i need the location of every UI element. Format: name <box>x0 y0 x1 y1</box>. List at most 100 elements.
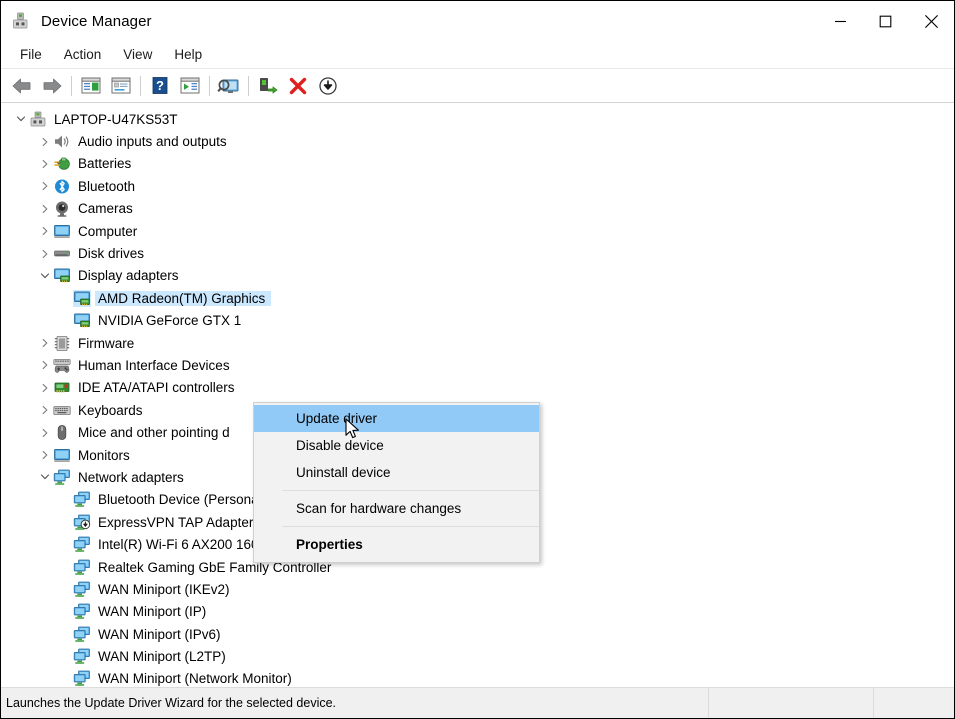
tree-row-human-interface-devices[interactable]: Human Interface Devices <box>1 354 954 376</box>
chevron-right-icon[interactable] <box>37 335 53 351</box>
toolbar-separator <box>248 75 249 96</box>
ide-controller-icon <box>53 379 71 396</box>
status-message: Launches the Update Driver Wizard for th… <box>1 688 709 718</box>
network-adapter-icon <box>73 648 91 665</box>
update-driver-green-icon[interactable] <box>253 72 283 100</box>
tree-row-disk-drives[interactable]: Disk drives <box>1 242 954 264</box>
menu-action[interactable]: Action <box>53 44 113 65</box>
toolbar-separator <box>209 75 210 96</box>
tree-label: Cameras <box>78 201 133 217</box>
console-tree-icon[interactable] <box>76 72 106 100</box>
tree-row-root[interactable]: LAPTOP-U47KS53T <box>1 108 954 130</box>
tree-row-ide-controllers[interactable]: IDE ATA/ATAPI controllers <box>1 377 954 399</box>
hid-gamepad-icon <box>53 357 71 374</box>
disk-drive-icon <box>53 245 71 262</box>
tree-label: Display adapters <box>78 268 179 284</box>
tree-label: Network adapters <box>78 469 184 485</box>
tree-label: LAPTOP-U47KS53T <box>54 111 178 127</box>
back-arrow-icon[interactable] <box>7 72 37 100</box>
bluetooth-icon <box>53 178 71 195</box>
tree-label: Monitors <box>78 447 130 463</box>
ctx-properties[interactable]: Properties <box>254 531 539 558</box>
title-bar: Device Manager <box>1 1 954 41</box>
status-panel-3 <box>874 688 954 718</box>
tree-row-amd-radeon-graphics[interactable]: AMD Radeon(TM) Graphics <box>1 287 954 309</box>
tree-label: Keyboards <box>78 402 143 418</box>
tree-label: WAN Miniport (Network Monitor) <box>98 671 292 687</box>
tree-row-wan-miniport-ip[interactable]: WAN Miniport (IP) <box>1 601 954 623</box>
network-adapter-icon <box>73 603 91 620</box>
ctx-uninstall-device[interactable]: Uninstall device <box>254 459 539 486</box>
ctx-disable-device[interactable]: Disable device <box>254 432 539 459</box>
network-adapter-icon <box>73 536 91 553</box>
menu-file[interactable]: File <box>9 44 53 65</box>
tree-row-cameras[interactable]: Cameras <box>1 198 954 220</box>
tree-label: IDE ATA/ATAPI controllers <box>78 380 235 396</box>
tree-row-computer[interactable]: Computer <box>1 220 954 242</box>
minimize-button[interactable] <box>818 1 863 41</box>
maximize-button[interactable] <box>863 1 908 41</box>
action-pane-icon[interactable] <box>175 72 205 100</box>
forward-arrow-icon[interactable] <box>37 72 67 100</box>
tree-row-wan-miniport-l2tp[interactable]: WAN Miniport (L2TP) <box>1 645 954 667</box>
network-adapter-icon <box>73 626 91 643</box>
tree-row-audio-inputs-and-outputs[interactable]: Audio inputs and outputs <box>1 130 954 152</box>
device-tree[interactable]: LAPTOP-U47KS53T Audio inputs and outputs <box>1 103 954 687</box>
tree-row-display-adapters[interactable]: Display adapters <box>1 265 954 287</box>
monitor-icon <box>53 223 71 240</box>
tree-row-nvidia-geforce[interactable]: NVIDIA GeForce GTX 1 <box>1 310 954 332</box>
chevron-right-icon[interactable] <box>37 402 53 418</box>
chevron-right-icon[interactable] <box>37 246 53 262</box>
chevron-right-icon[interactable] <box>37 357 53 373</box>
tree-label: Bluetooth <box>78 178 136 194</box>
context-menu-separator <box>282 490 539 491</box>
menu-bar: File Action View Help <box>1 41 954 69</box>
network-adapter-icon <box>53 469 71 486</box>
chevron-right-icon[interactable] <box>37 178 53 194</box>
download-circle-arrow-icon[interactable] <box>313 72 343 100</box>
ctx-scan-hardware-changes[interactable]: Scan for hardware changes <box>254 495 539 522</box>
chevron-right-icon[interactable] <box>37 223 53 239</box>
chevron-right-icon[interactable] <box>37 380 53 396</box>
camera-icon <box>53 200 71 217</box>
ctx-update-driver[interactable]: Update driver <box>254 405 539 432</box>
tree-row-batteries[interactable]: Batteries <box>1 153 954 175</box>
tree-label: Audio inputs and outputs <box>78 134 227 150</box>
chevron-right-icon[interactable] <box>37 201 53 217</box>
display-adapter-icon <box>73 312 91 329</box>
network-adapter-icon <box>73 491 91 508</box>
window-controls <box>818 1 954 41</box>
chevron-right-icon[interactable] <box>37 134 53 150</box>
mouse-icon <box>53 424 71 441</box>
chevron-right-icon[interactable] <box>37 425 53 441</box>
chevron-right-icon[interactable] <box>37 156 53 172</box>
tree-row-wan-miniport-ipv6[interactable]: WAN Miniport (IPv6) <box>1 623 954 645</box>
device-manager-icon <box>12 12 30 30</box>
chevron-down-icon[interactable] <box>37 268 53 284</box>
menu-view[interactable]: View <box>112 44 163 65</box>
properties-window-icon[interactable] <box>106 72 136 100</box>
context-menu-separator <box>282 526 539 527</box>
tree-row-wan-miniport-network-monitor[interactable]: WAN Miniport (Network Monitor) <box>1 668 954 687</box>
network-adapter-icon <box>73 581 91 598</box>
tree-row-wan-miniport-ikev2[interactable]: WAN Miniport (IKEv2) <box>1 578 954 600</box>
chevron-down-icon[interactable] <box>13 111 29 127</box>
tree-label: Firmware <box>78 335 135 351</box>
close-button[interactable] <box>908 1 954 41</box>
menu-help[interactable]: Help <box>163 44 213 65</box>
uninstall-red-x-icon[interactable] <box>283 72 313 100</box>
tree-label: AMD Radeon(TM) Graphics <box>98 290 272 306</box>
window-title: Device Manager <box>41 12 152 30</box>
help-question-icon[interactable]: ? <box>145 72 175 100</box>
tree-label: WAN Miniport (L2TP) <box>98 649 226 665</box>
firmware-chip-icon <box>53 335 71 352</box>
chevron-down-icon[interactable] <box>37 469 53 485</box>
context-menu[interactable]: Update driver Disable device Uninstall d… <box>253 402 540 563</box>
scan-monitor-icon[interactable] <box>214 72 244 100</box>
display-adapter-icon <box>53 267 71 284</box>
tree-row-firmware[interactable]: Firmware <box>1 332 954 354</box>
chevron-right-icon[interactable] <box>37 447 53 463</box>
tree-row-bluetooth[interactable]: Bluetooth <box>1 175 954 197</box>
tree-label: Human Interface Devices <box>78 357 230 373</box>
svg-text:?: ? <box>156 78 164 93</box>
